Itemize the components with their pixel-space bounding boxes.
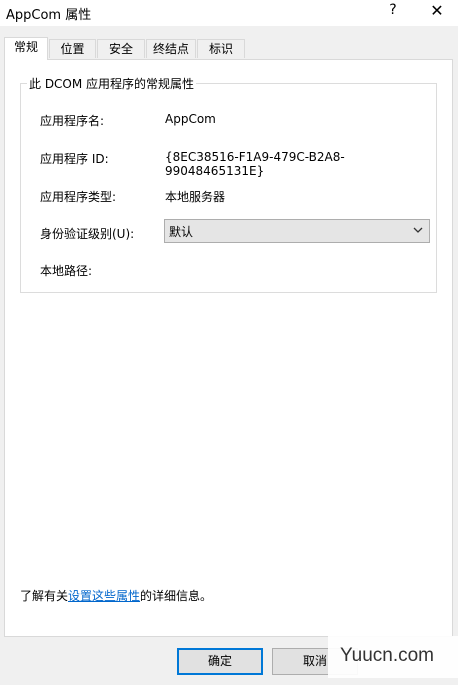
app-name-value: AppCom bbox=[165, 112, 216, 126]
footer-suffix: 的详细信息。 bbox=[140, 589, 213, 603]
settings-help-link[interactable]: 设置这些属性 bbox=[68, 589, 140, 603]
footer-prefix: 了解有关 bbox=[20, 589, 69, 603]
auth-level-label: 身份验证级别(U): bbox=[40, 227, 135, 241]
chevron-down-icon bbox=[413, 227, 423, 233]
close-button[interactable]: ✕ bbox=[428, 1, 446, 20]
footer-help-text: 了解有关设置这些属性的详细信息。 bbox=[20, 587, 212, 604]
help-button[interactable]: ? bbox=[384, 2, 402, 18]
tab-endpoints[interactable]: 终结点 bbox=[146, 39, 196, 58]
window-title: AppCom 属性 bbox=[6, 8, 92, 23]
app-id-label: 应用程序 ID: bbox=[40, 152, 109, 166]
general-tab-panel: 此 DCOM 应用程序的常规属性 应用程序名: AppCom 应用程序 ID: … bbox=[4, 59, 453, 637]
tab-location[interactable]: 位置 bbox=[49, 39, 96, 58]
tab-identity[interactable]: 标识 bbox=[197, 39, 245, 58]
general-properties-group: 此 DCOM 应用程序的常规属性 应用程序名: AppCom 应用程序 ID: … bbox=[20, 75, 437, 293]
tab-security[interactable]: 安全 bbox=[97, 39, 145, 58]
title-bar: AppCom 属性 ? ✕ bbox=[0, 0, 458, 26]
app-type-value: 本地服务器 bbox=[165, 190, 226, 204]
tab-general[interactable]: 常规 bbox=[4, 37, 48, 60]
app-id-value: {8EC38516-F1A9-479C-B2A8-99048465131E} bbox=[165, 150, 345, 178]
ok-button[interactable]: 确定 bbox=[177, 648, 263, 675]
app-type-label: 应用程序类型: bbox=[40, 190, 117, 204]
watermark-logo: Yuucn.com bbox=[328, 636, 458, 678]
app-name-label: 应用程序名: bbox=[40, 114, 105, 128]
auth-level-selected: 默认 bbox=[169, 225, 194, 239]
auth-level-dropdown[interactable]: 默认 bbox=[164, 219, 430, 243]
local-path-label: 本地路径: bbox=[40, 264, 93, 278]
group-title: 此 DCOM 应用程序的常规属性 bbox=[27, 75, 197, 92]
